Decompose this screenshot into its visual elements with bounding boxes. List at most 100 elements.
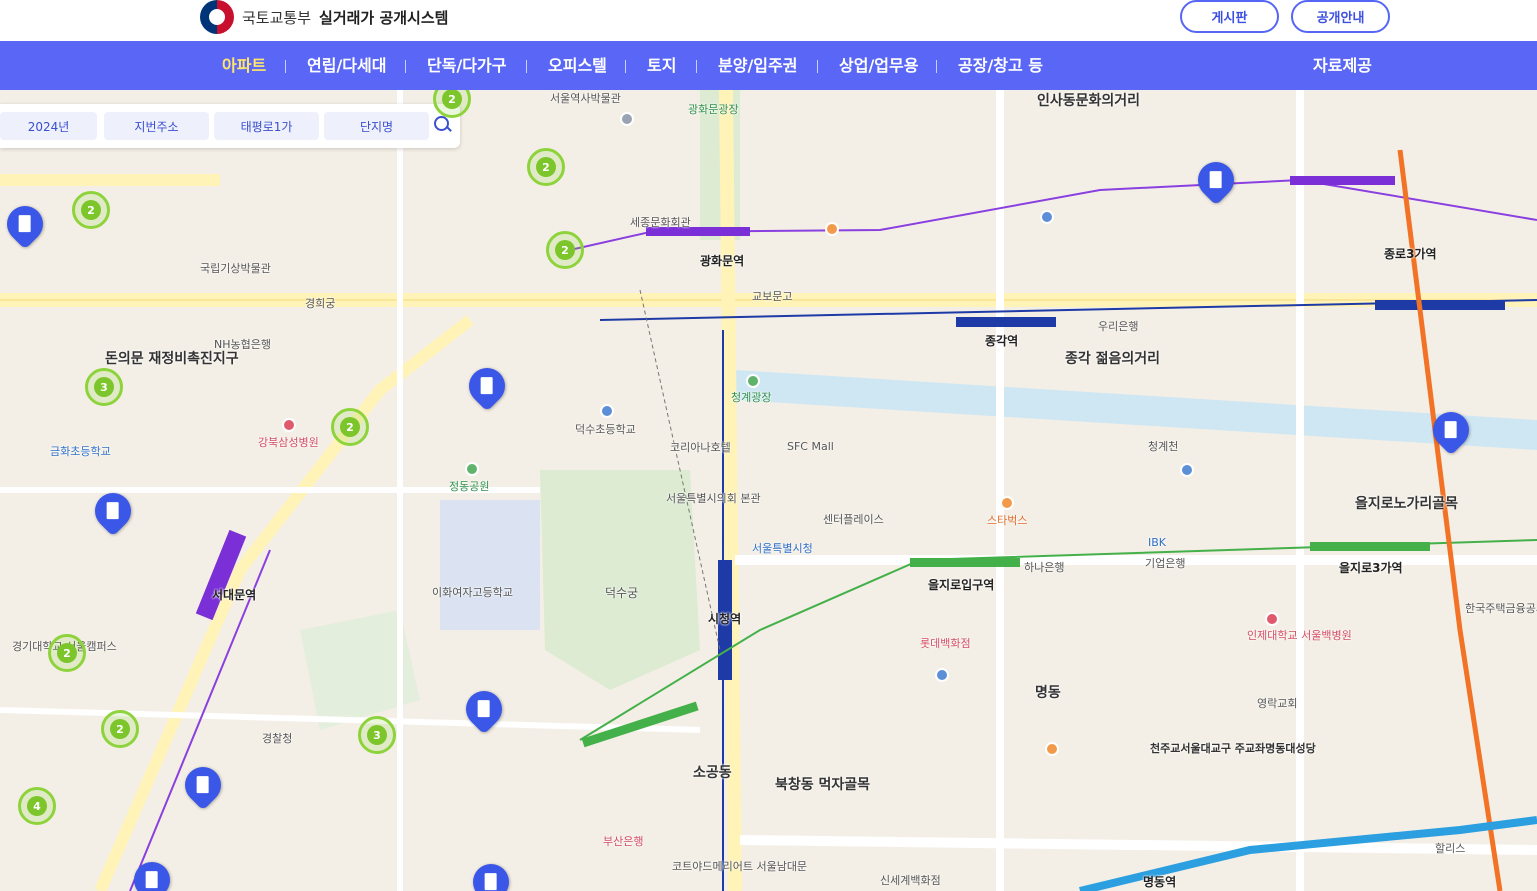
- board-button[interactable]: 게시판: [1180, 0, 1279, 33]
- nav-divider: [625, 60, 626, 73]
- complex-name-filter[interactable]: 단지명: [324, 112, 429, 140]
- station-label[interactable]: 종각역: [985, 332, 1018, 349]
- notice-button[interactable]: 공개안내: [1291, 0, 1390, 33]
- nav-item-apartment[interactable]: 아파트: [222, 41, 266, 90]
- station-label[interactable]: 시청역: [708, 610, 741, 627]
- place-label: 센터플레이스: [823, 513, 884, 526]
- cluster-count: 2: [57, 643, 77, 663]
- place-label: 할리스: [1435, 842, 1466, 855]
- place-label: 스타벅스: [987, 514, 1028, 527]
- place-label: 청계광장: [731, 391, 772, 404]
- station-label[interactable]: 을지로3가역: [1339, 559, 1403, 576]
- place-label: 한국주택금융공사: [1465, 602, 1537, 615]
- nav-item-house[interactable]: 단독/다가구: [427, 41, 506, 90]
- place-label: 하나은행: [1024, 561, 1065, 574]
- poi-marker[interactable]: [282, 418, 296, 432]
- cluster-count: 2: [340, 417, 360, 437]
- place-label: 금화초등학교: [50, 445, 111, 458]
- station-label[interactable]: 서대문역: [212, 586, 256, 603]
- poi-marker[interactable]: [620, 112, 634, 126]
- price-cluster-marker[interactable]: 2: [101, 710, 139, 748]
- nav-item-villa[interactable]: 연립/다세대: [307, 41, 386, 90]
- poi-marker[interactable]: [1000, 496, 1014, 510]
- price-cluster-marker[interactable]: 3: [358, 716, 396, 754]
- place-label: 부산은행: [603, 835, 644, 848]
- poi-marker[interactable]: [1040, 210, 1054, 224]
- place-label: 광화문광장: [688, 103, 739, 116]
- poi-marker[interactable]: [1045, 742, 1059, 756]
- nav-divider: [936, 60, 937, 73]
- search-icon[interactable]: [434, 116, 452, 134]
- place-label: 덕수궁: [605, 586, 639, 600]
- nav-divider: [817, 60, 818, 73]
- cluster-count: 3: [367, 725, 387, 745]
- place-label: 강북삼성병원: [258, 436, 319, 449]
- price-cluster-marker[interactable]: 2: [331, 408, 369, 446]
- nav-item-presale[interactable]: 분양/입주권: [718, 41, 797, 90]
- government-emblem-icon: [200, 0, 234, 34]
- poi-marker[interactable]: [935, 668, 949, 682]
- place-label: SFC Mall: [787, 440, 834, 453]
- nav-item-factory[interactable]: 공장/창고 등: [958, 41, 1043, 90]
- place-label: 서울특별시청: [752, 542, 813, 555]
- nav-item-land[interactable]: 토지: [647, 41, 676, 90]
- place-label: 청계천: [1148, 440, 1179, 453]
- place-label: 코트야드메리어트 서울남대문: [672, 860, 808, 873]
- place-label: 기업은행: [1145, 557, 1186, 570]
- cluster-count: 3: [94, 377, 114, 397]
- place-label: 정동공원: [449, 480, 490, 493]
- site-logo[interactable]: 국토교통부 실거래가 공개시스템: [200, 0, 448, 34]
- place-label: 경찰청: [262, 732, 293, 745]
- nav-divider: [405, 60, 406, 73]
- cluster-count: 2: [110, 719, 130, 739]
- place-label: 영락교회: [1257, 697, 1298, 710]
- poi-marker[interactable]: [825, 222, 839, 236]
- price-cluster-marker[interactable]: 4: [18, 787, 56, 825]
- nav-divider: [696, 60, 697, 73]
- place-label: 서울역사박물관: [550, 92, 621, 105]
- place-label: 이화여자고등학교: [432, 586, 513, 599]
- main-nav: 아파트 연립/다세대 단독/다가구 오피스텔 토지 분양/입주권 상업/업무용 …: [0, 41, 1537, 90]
- station-label[interactable]: 명동역: [1143, 873, 1176, 890]
- cluster-count: 2: [81, 200, 101, 220]
- station-label[interactable]: 을지로입구역: [928, 576, 994, 593]
- district-label: 명동: [1035, 685, 1061, 701]
- price-cluster-marker[interactable]: 2: [72, 191, 110, 229]
- poi-marker[interactable]: [746, 374, 760, 388]
- station-label[interactable]: 종로3가역: [1384, 245, 1437, 262]
- place-label: 덕수초등학교: [575, 423, 636, 436]
- poi-marker[interactable]: [465, 462, 479, 476]
- station-label[interactable]: 광화문역: [700, 252, 744, 269]
- district-label: 소공동: [693, 765, 732, 781]
- map-view[interactable]: 2024년 지번주소 태평로1가 단지명 인사동문화의거리 돈의문 재정비촉진지…: [0, 90, 1537, 891]
- map-canvas: [0, 90, 1537, 891]
- area-filter[interactable]: 태평로1가: [214, 112, 319, 140]
- nav-item-commercial[interactable]: 상업/업무용: [839, 41, 918, 90]
- price-cluster-marker[interactable]: 3: [85, 368, 123, 406]
- place-label: 롯데백화점: [920, 637, 971, 650]
- poi-marker[interactable]: [600, 404, 614, 418]
- place-label: 인제대학교 서울백병원: [1247, 629, 1352, 642]
- poi-marker[interactable]: [1180, 463, 1194, 477]
- price-cluster-marker[interactable]: 2: [48, 634, 86, 672]
- cluster-count: 2: [442, 90, 462, 109]
- search-filter-bar: 2024년 지번주소 태평로1가 단지명: [0, 104, 460, 148]
- nav-item-officetel[interactable]: 오피스텔: [548, 41, 607, 90]
- district-label: 인사동문화의거리: [1037, 93, 1141, 109]
- district-label: 북창동 먹자골목: [775, 777, 871, 793]
- place-label: 천주교서울대교구 주교좌명동대성당: [1150, 742, 1316, 755]
- district-label: 을지로노가리골목: [1355, 496, 1459, 512]
- nav-item-data[interactable]: 자료제공: [1313, 41, 1372, 90]
- place-label: 국립기상박물관: [200, 262, 271, 275]
- poi-marker[interactable]: [1265, 612, 1279, 626]
- price-cluster-marker[interactable]: 2: [546, 231, 584, 269]
- price-cluster-marker[interactable]: 2: [527, 148, 565, 186]
- nav-divider: [526, 60, 527, 73]
- system-name: 실거래가 공개시스템: [319, 8, 449, 27]
- place-label: 코리아나호텔: [670, 441, 731, 454]
- place-label: 경희궁: [305, 297, 336, 310]
- year-filter[interactable]: 2024년: [0, 112, 97, 140]
- place-label: IBK: [1148, 536, 1167, 549]
- address-type-filter[interactable]: 지번주소: [104, 112, 209, 140]
- district-label: 종각 젊음의거리: [1065, 351, 1161, 367]
